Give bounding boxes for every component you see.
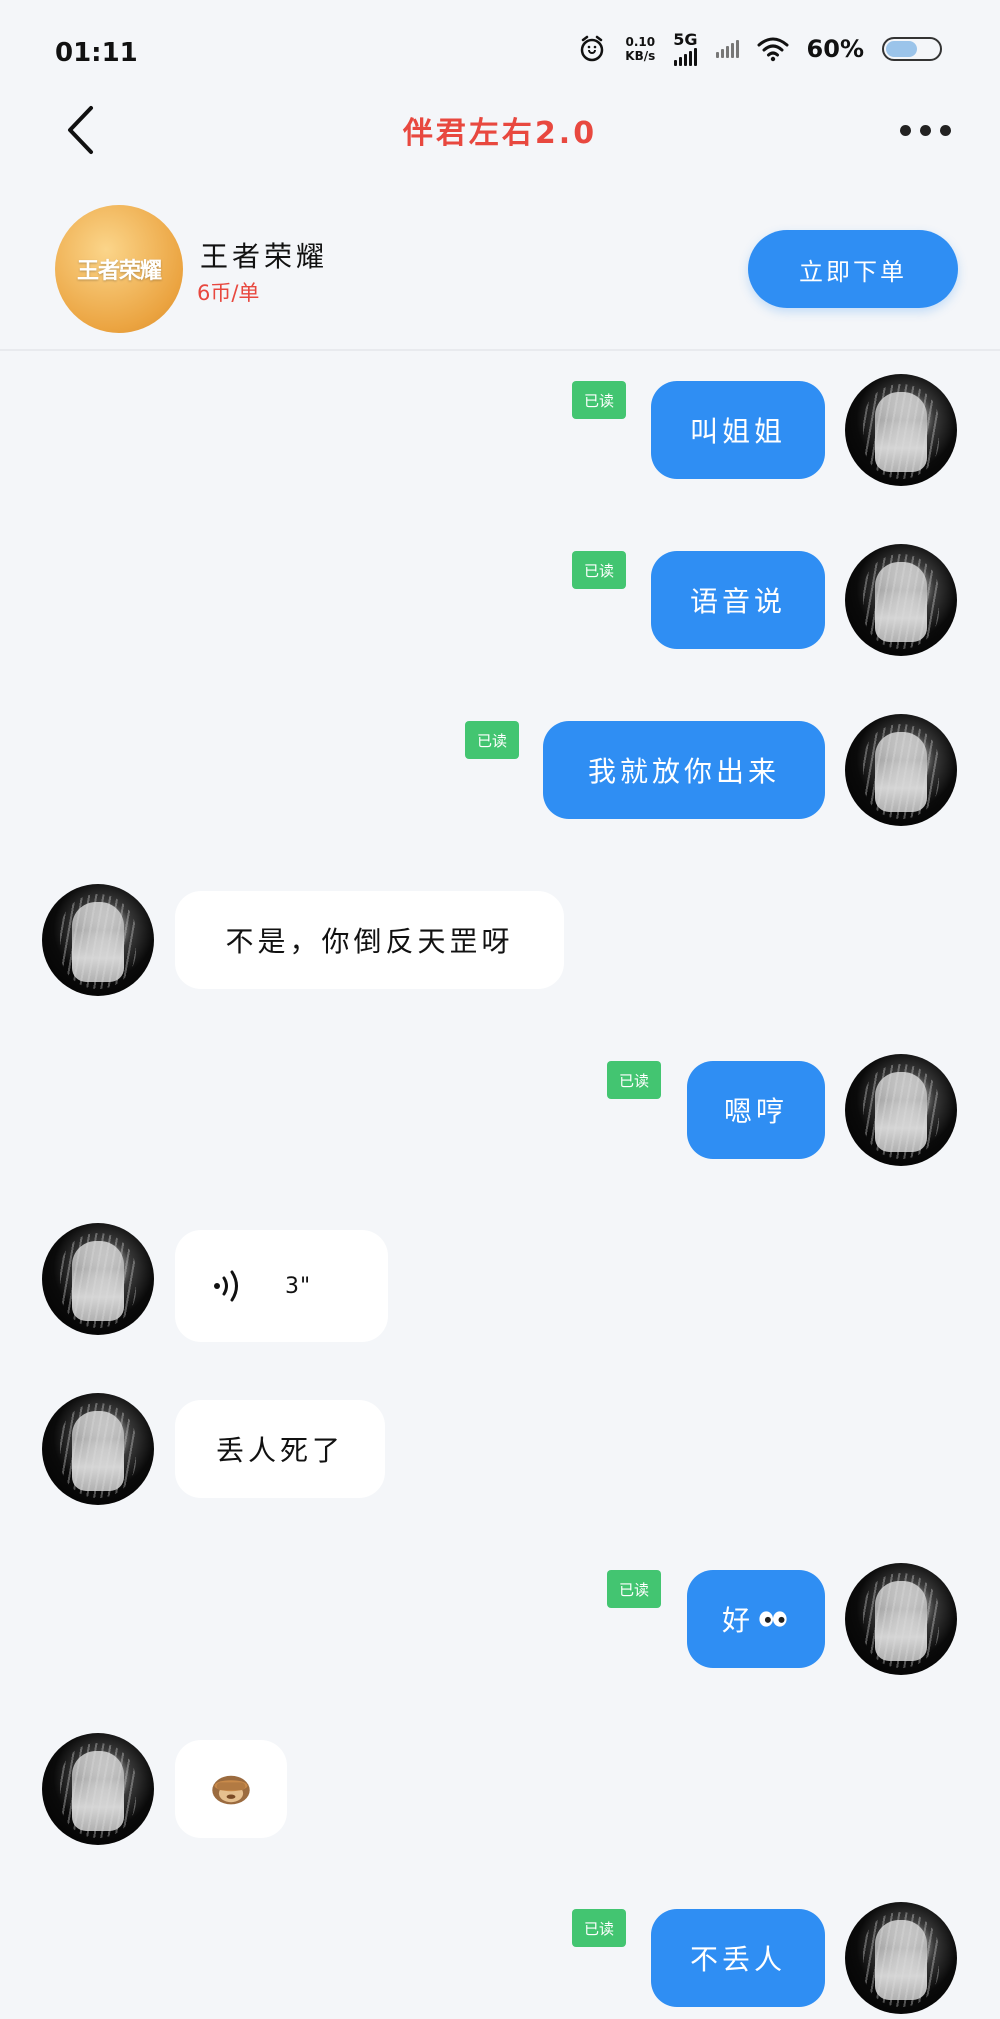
order-now-button[interactable]: 立即下单 <box>748 230 958 308</box>
signal-bars-icon <box>715 40 739 58</box>
page-title: 伴君左右2.0 <box>402 116 598 151</box>
network-type: 5G <box>673 30 698 49</box>
product-header: 王者荣耀 王者荣耀 6币/单 立即下单 <box>0 185 1000 351</box>
avatar[interactable] <box>845 544 957 656</box>
eyes-emoji <box>759 1611 787 1627</box>
signal-primary: 5G <box>673 30 698 66</box>
message-bubble[interactable]: 好 <box>687 1570 825 1668</box>
game-logo[interactable]: 王者荣耀 <box>55 205 183 333</box>
more-dots-icon <box>899 124 911 136</box>
avatar[interactable] <box>845 1902 957 2014</box>
read-badge: 已读 <box>572 1909 627 1947</box>
voice-wave-icon <box>214 1270 238 1302</box>
message-bubble[interactable]: 不丢人 <box>651 1909 825 2007</box>
message-bubble[interactable]: 丢人死了 <box>175 1400 385 1498</box>
signal-bars-icon <box>673 48 697 66</box>
read-badge: 已读 <box>465 721 520 759</box>
chat-area[interactable]: 已读 叫姐姐 已读 语音说 已读 我就放你出来 不是，你倒反天罡呀 已读 嗯哼 <box>0 352 1000 2019</box>
read-badge: 已读 <box>572 381 627 419</box>
game-price: 6币/单 <box>197 281 260 305</box>
alarm-icon <box>581 35 604 62</box>
game-logo-text: 王者荣耀 <box>76 259 162 284</box>
net-speed: 0.10 KB/s <box>625 35 655 63</box>
emoji-message-bubble[interactable] <box>175 1740 287 1838</box>
wifi-icon <box>757 37 789 62</box>
more-button[interactable] <box>890 110 960 150</box>
message-bubble[interactable]: 不是，你倒反天罡呀 <box>175 891 564 989</box>
monkey-see-no-evil-emoji <box>212 1775 250 1805</box>
battery-icon <box>882 37 942 61</box>
net-speed-value: 0.10 <box>625 35 656 49</box>
status-icons: 0.10 KB/s 5G 60% <box>577 32 942 66</box>
game-name: 王者荣耀 <box>200 240 329 273</box>
battery-level <box>886 41 918 57</box>
message-bubble[interactable]: 我就放你出来 <box>543 721 825 819</box>
voice-message-bubble[interactable]: 3" <box>175 1230 388 1342</box>
message-bubble[interactable]: 叫姐姐 <box>651 381 825 479</box>
read-badge: 已读 <box>607 1570 662 1608</box>
avatar[interactable] <box>845 374 957 486</box>
read-badge: 已读 <box>572 551 627 589</box>
battery-percent: 60% <box>806 35 864 63</box>
message-bubble[interactable]: 嗯哼 <box>687 1061 825 1159</box>
more-dot <box>919 124 931 136</box>
avatar[interactable] <box>42 884 154 996</box>
nav-bar: 伴君左右2.0 <box>0 100 1000 160</box>
message-bubble[interactable]: 语音说 <box>651 551 825 649</box>
avatar[interactable] <box>845 714 957 826</box>
status-bar: 01:11 0.10 KB/s 5G 60% <box>0 0 1000 100</box>
avatar[interactable] <box>845 1054 957 1166</box>
read-badge: 已读 <box>607 1061 662 1099</box>
message-text: 好 <box>721 1604 754 1637</box>
more-dot <box>939 124 951 136</box>
avatar[interactable] <box>42 1393 154 1505</box>
avatar[interactable] <box>845 1563 957 1675</box>
net-speed-unit: KB/s <box>625 49 656 63</box>
avatar[interactable] <box>42 1223 154 1335</box>
voice-duration: 3" <box>285 1273 312 1299</box>
status-time: 01:11 <box>55 38 138 68</box>
avatar[interactable] <box>42 1733 154 1845</box>
